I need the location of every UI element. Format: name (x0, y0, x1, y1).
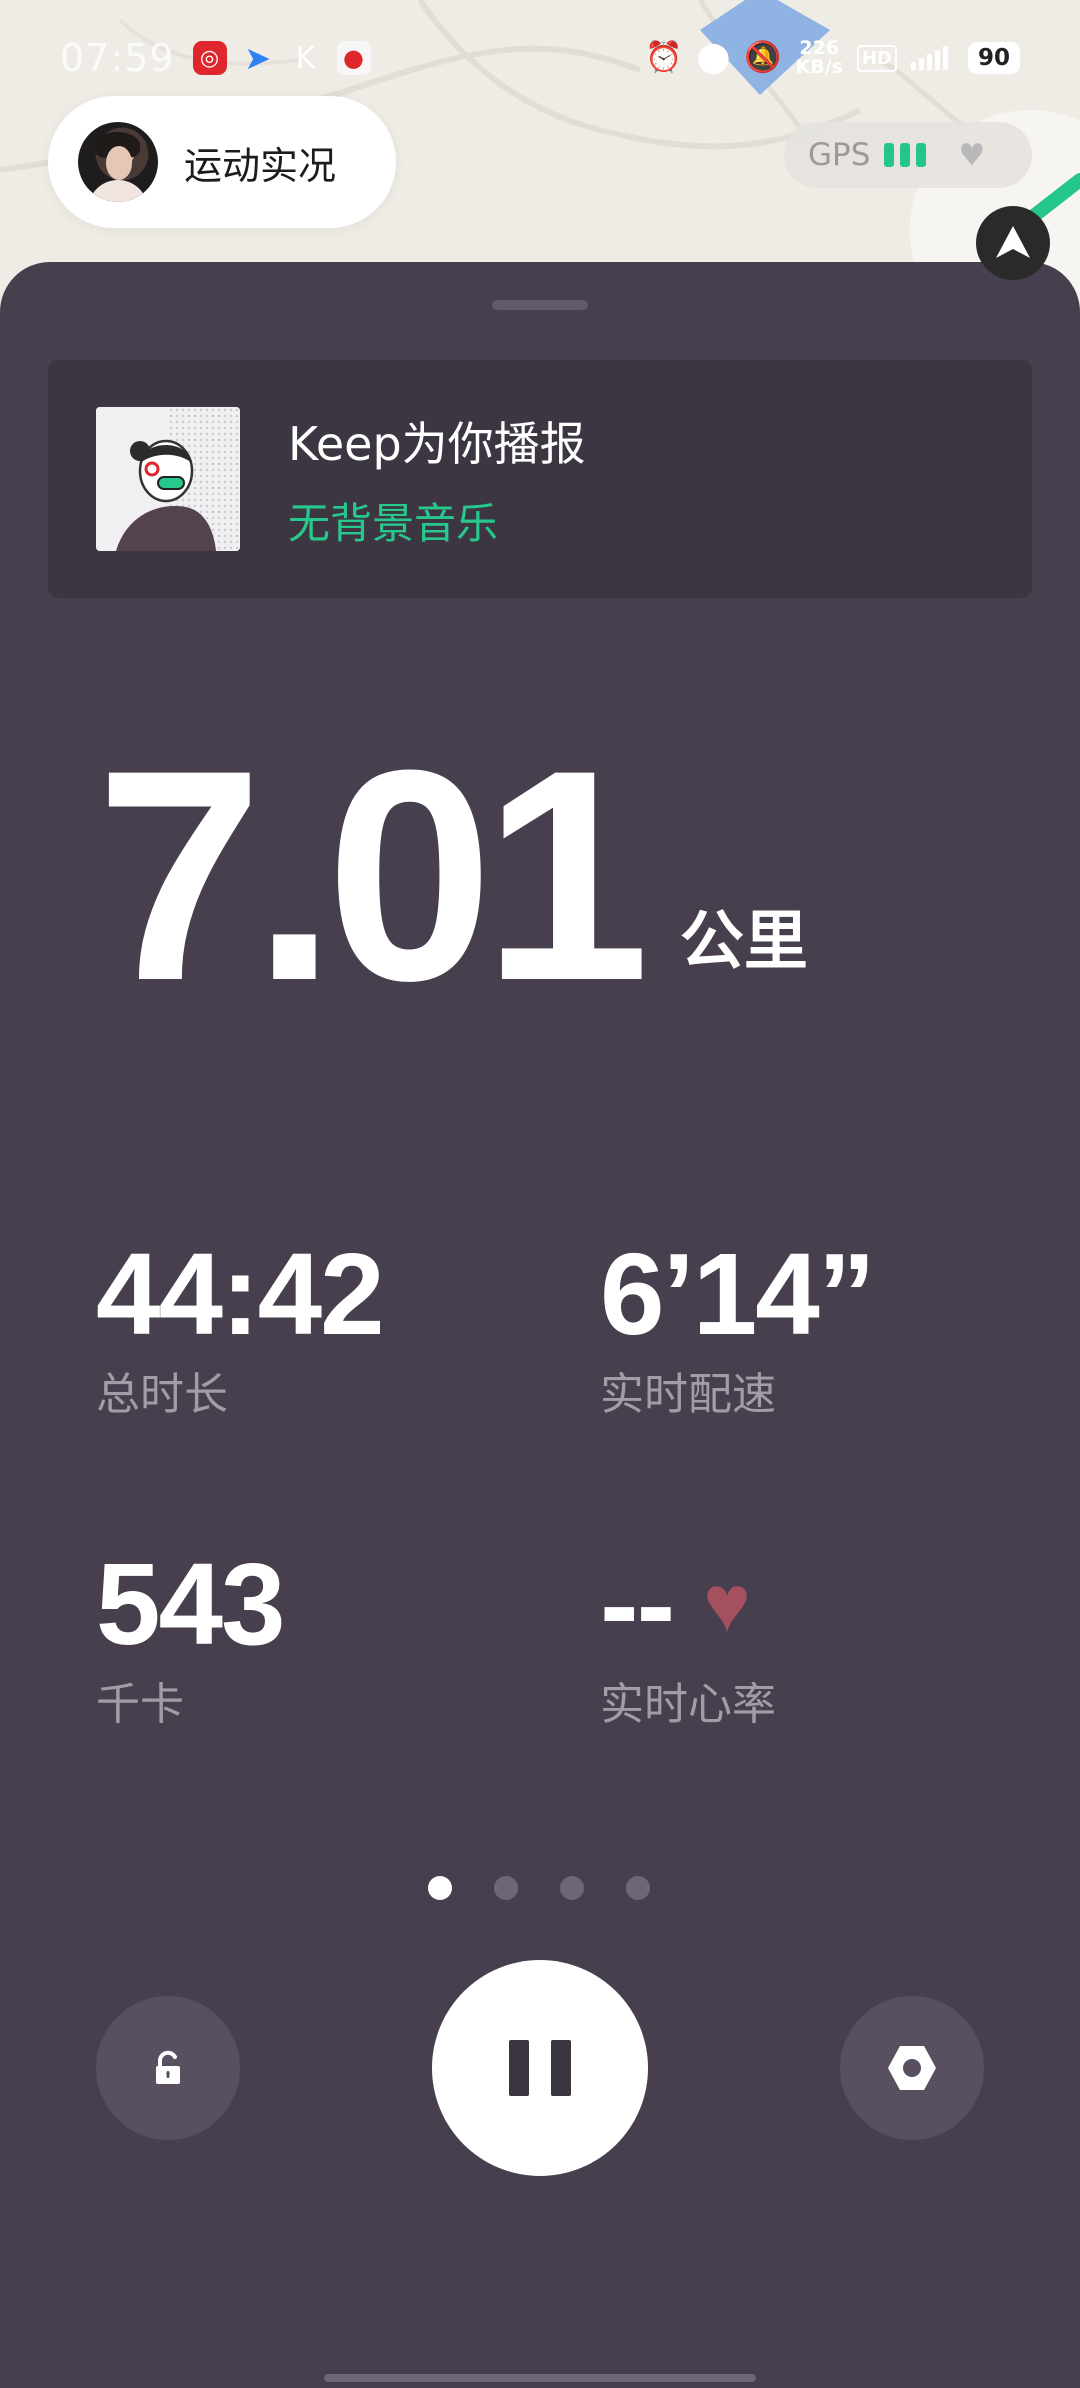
battery-icon: 90 (967, 42, 1020, 74)
stat-pace: 6’14” 实时配速 (600, 1229, 876, 1422)
navigation-arrow-button[interactable] (976, 206, 1050, 280)
page-dot-2[interactable] (494, 1876, 518, 1900)
avatar[interactable] (78, 122, 158, 202)
page-dot-4[interactable] (626, 1876, 650, 1900)
feishu-icon: ➤ (244, 39, 271, 77)
settings-hexagon-icon (888, 2046, 936, 2090)
duration-label: 总时长 (96, 1369, 228, 1420)
gps-signal-icon (884, 143, 927, 167)
heart-icon: ♥ (703, 1559, 750, 1648)
pause-button[interactable] (432, 1960, 648, 2176)
signal-icon (910, 46, 948, 70)
unlock-icon (156, 2050, 180, 2084)
hd-icon: HD (856, 44, 897, 72)
live-status-label: 运动实况 (184, 143, 337, 188)
calories-label: 千卡 (96, 1679, 184, 1730)
drag-handle[interactable] (492, 300, 588, 310)
page-dot-1[interactable] (428, 1876, 452, 1900)
music-card[interactable]: Keep为你播报 无背景音乐 (48, 360, 1032, 598)
heart-rate-row: -- ♥ (600, 1546, 776, 1662)
distance-value: 7.01 (96, 707, 650, 1043)
music-subtitle: 无背景音乐 (288, 498, 499, 548)
stat-calories: 543 千卡 (96, 1539, 286, 1732)
heart-monitor-icon: ♥ (958, 137, 986, 173)
lock-button[interactable] (96, 1996, 240, 2140)
distance-unit: 公里 (679, 905, 808, 979)
music-cover-image (96, 407, 240, 551)
distance-display: 7.01 公里 (96, 707, 808, 1043)
pause-icon-bar-right (551, 2040, 571, 2096)
system-status-icons: ⏰ ⬤ 🔕 226 KB/s HD 90 (645, 39, 1020, 77)
duration-value: 44:42 (96, 1229, 385, 1359)
keep-icon: K (295, 40, 316, 76)
alarm-icon: ⏰ (645, 40, 683, 75)
heart-rate-label: 实时心率 (600, 1679, 776, 1730)
music-title: Keep为你播报 (288, 416, 586, 471)
map-pin-icon: ● (336, 41, 371, 75)
live-status-pill[interactable]: 运动实况 (48, 96, 396, 228)
pace-value: 6’14” (600, 1229, 876, 1359)
network-speed: 226 KB/s (796, 39, 843, 77)
calories-value: 543 (96, 1539, 286, 1669)
gps-label: GPS (808, 137, 871, 173)
stat-heart-rate: -- ♥ 实时心率 (600, 1546, 776, 1732)
navigation-arrow-icon (996, 226, 1030, 258)
gps-status-pill[interactable]: GPS ♥ (784, 122, 1032, 188)
stat-duration: 44:42 总时长 (96, 1229, 385, 1422)
settings-button[interactable] (840, 1996, 984, 2140)
status-time: 07:59 (60, 36, 175, 80)
notification-icons: ◎ ➤ K ● (192, 39, 371, 77)
network-speed-unit: KB/s (795, 56, 843, 78)
location-icon: ⬤ (696, 40, 731, 75)
heart-rate-value: -- (600, 1539, 675, 1669)
pause-icon-bar-left (509, 2040, 529, 2096)
pace-label: 实时配速 (600, 1369, 776, 1420)
page-dot-3[interactable] (560, 1876, 584, 1900)
workout-panel: Keep为你播报 无背景音乐 7.01 公里 44:42 总时长 6’14” 实… (0, 262, 1080, 2388)
netease-music-icon: ◎ (192, 41, 227, 75)
page-indicator (428, 1876, 650, 1900)
home-indicator[interactable] (324, 2374, 756, 2382)
mute-icon: 🔕 (744, 40, 782, 75)
